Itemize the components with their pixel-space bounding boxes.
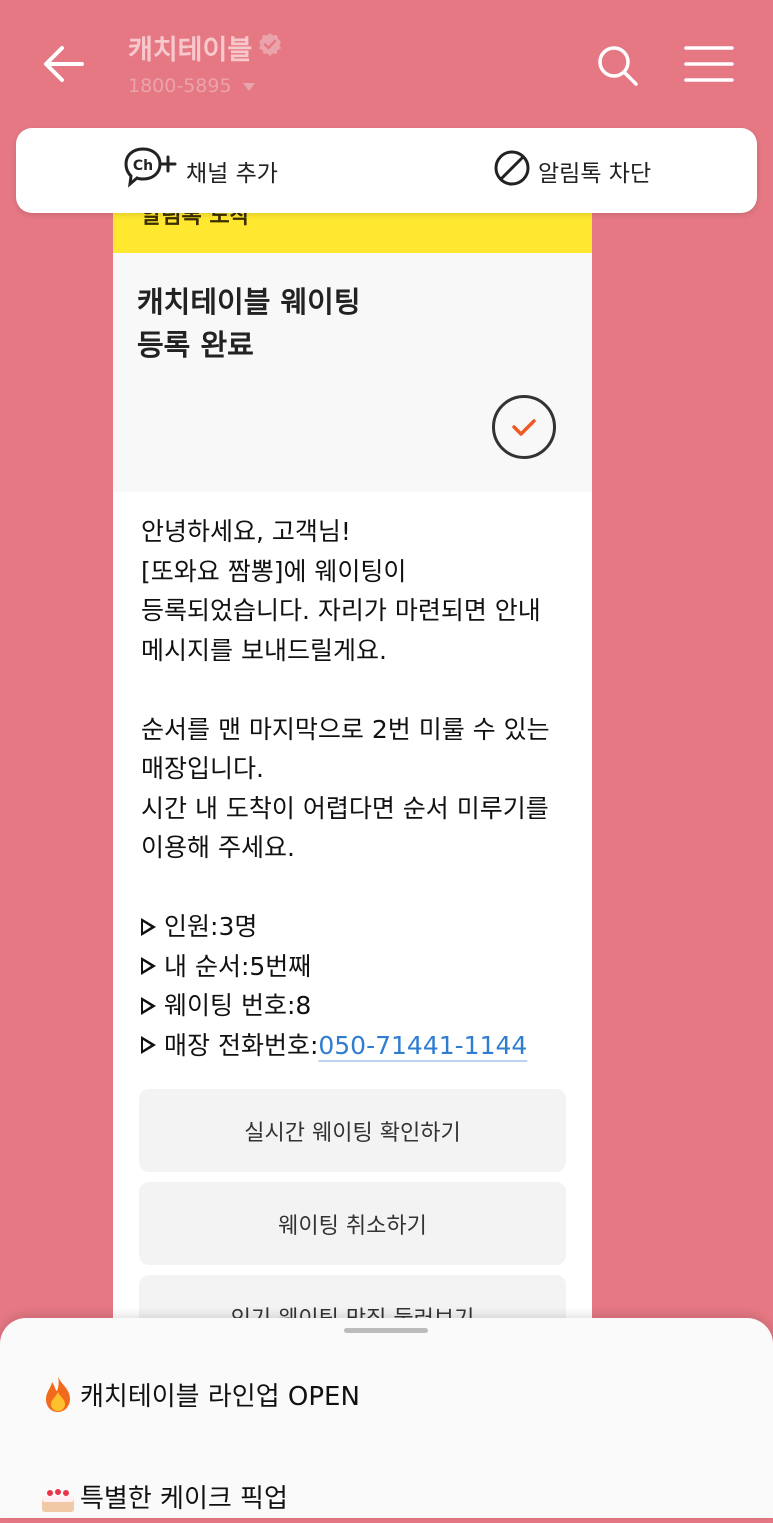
- channel-action-bar: Ch 채널 추가 알림톡 차단: [16, 128, 757, 213]
- store-phone-link[interactable]: 050-71441-1144: [318, 1026, 527, 1066]
- play-triangle-icon: [141, 1036, 156, 1055]
- caret-down-icon: [242, 75, 256, 97]
- play-triangle-icon: [141, 996, 156, 1015]
- svg-text:Ch: Ch: [133, 158, 153, 174]
- chat-header: 캐치테이블 1800-5895: [0, 0, 773, 125]
- add-channel-label: 채널 추가: [186, 160, 278, 187]
- info-waiting-number: 웨이팅 번호: 8: [141, 986, 581, 1026]
- message-title: 캐치테이블 웨이팅 등록 완료: [137, 285, 361, 362]
- channel-name: 캐치테이블: [128, 35, 253, 66]
- hamburger-menu-icon[interactable]: [684, 44, 734, 84]
- sheet-item-lineup[interactable]: 캐치테이블 라인업 OPEN: [38, 1374, 360, 1414]
- check-circle-icon: [491, 394, 557, 460]
- channel-add-icon: Ch: [124, 146, 180, 196]
- verified-badge-icon: [258, 32, 282, 63]
- block-notification-label: 알림톡 차단: [538, 160, 652, 187]
- sheet-item-label: 캐치테이블 라인업 OPEN: [80, 1381, 360, 1412]
- info-list: 인원: 3명 내 순서: 5번째 웨이팅 번호: 8 매장 전화번호: 050-…: [141, 907, 581, 1065]
- cancel-waiting-button[interactable]: 웨이팅 취소하기: [139, 1182, 566, 1265]
- play-triangle-icon: [141, 917, 156, 936]
- notice-text: 순서를 맨 마지막으로 2번 미룰 수 있는 매장입니다. 시간 내 도착이 어…: [141, 714, 550, 863]
- channel-phone: 1800-5895: [128, 75, 232, 97]
- sheet-item-cake[interactable]: 특별한 케이크 픽업: [38, 1476, 288, 1516]
- cake-emoji-icon: [38, 1476, 78, 1516]
- sheet-drag-handle[interactable]: [344, 1328, 428, 1333]
- info-party: 인원: 3명: [141, 907, 581, 947]
- message-card: 알림톡 도착 캐치테이블 웨이팅 등록 완료 안녕하세요, 고객님! [또와요 …: [113, 200, 592, 1360]
- search-icon[interactable]: [594, 42, 640, 88]
- realtime-waiting-button[interactable]: 실시간 웨이팅 확인하기: [139, 1089, 566, 1172]
- info-store-phone: 매장 전화번호: 050-71441-1144: [141, 1026, 581, 1066]
- info-order: 내 순서: 5번째: [141, 947, 581, 987]
- sheet-item-label: 특별한 케이크 픽업: [80, 1483, 288, 1514]
- greeting-text: 안녕하세요, 고객님! [또와요 짬뽕]에 웨이팅이 등록되었습니다. 자리가 …: [141, 517, 541, 665]
- bottom-sheet: 캐치테이블 라인업 OPEN 특별한 케이크 픽업: [0, 1318, 773, 1518]
- message-body: 안녕하세요, 고객님! [또와요 짬뽕]에 웨이팅이 등록되었습니다. 자리가 …: [141, 512, 581, 1065]
- fire-emoji-icon: [38, 1374, 78, 1414]
- add-channel-button[interactable]: Ch 채널 추가: [124, 128, 278, 213]
- back-arrow-icon[interactable]: [40, 40, 88, 88]
- block-notification-button[interactable]: 알림톡 차단: [492, 128, 651, 213]
- card-title-section: 캐치테이블 웨이팅 등록 완료: [113, 253, 592, 492]
- channel-title-block: 캐치테이블 1800-5895: [128, 28, 282, 97]
- channel-phone-dropdown[interactable]: 1800-5895: [128, 75, 282, 97]
- play-triangle-icon: [141, 957, 156, 976]
- block-icon: [492, 148, 532, 194]
